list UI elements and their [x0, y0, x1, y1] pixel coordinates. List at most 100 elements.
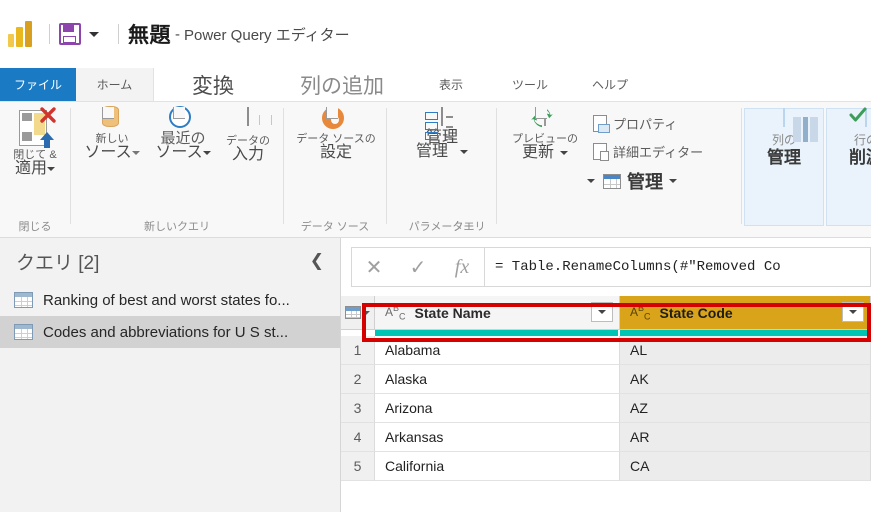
- chevron-down-icon[interactable]: [669, 179, 677, 183]
- reduce-rows-button[interactable]: 行の 削減: [826, 107, 871, 226]
- divider: [741, 108, 742, 224]
- chevron-left-icon[interactable]: ❮: [310, 251, 324, 271]
- title-bar: 無題 - Power Query エディター: [0, 0, 871, 68]
- recent-source-button[interactable]: 最近の ソース: [149, 106, 217, 161]
- properties-label: プロパティ: [613, 117, 678, 132]
- column-header-state-code[interactable]: ABC State Code: [620, 296, 871, 330]
- tab-help[interactable]: ヘルプ: [570, 68, 650, 101]
- chevron-down-icon[interactable]: [47, 166, 55, 171]
- table-icon: [14, 292, 33, 308]
- column-header-state-name[interactable]: ABC State Name: [375, 296, 620, 330]
- table-row[interactable]: 2 Alaska AK: [341, 365, 871, 394]
- query-list-item-0[interactable]: Ranking of best and worst states fo...: [0, 284, 340, 316]
- chevron-down-icon[interactable]: [202, 150, 211, 155]
- tab-add-column[interactable]: 列の追加: [272, 68, 412, 101]
- ribbon-tab-strip: ファイル ホーム 変換 列の追加 表示 ツール ヘルプ: [0, 68, 871, 102]
- column-filter-dropdown[interactable]: [842, 302, 864, 322]
- cell-state-code[interactable]: AR: [620, 423, 871, 452]
- cell-state-name[interactable]: Arizona: [375, 394, 620, 423]
- refresh-glyph-icon: [531, 106, 553, 128]
- enter-data-button[interactable]: データの 入力: [219, 107, 277, 163]
- power-query-editor-window: 無題 - Power Query エディター ファイル ホーム 変換 列の追加 …: [0, 0, 871, 512]
- column-header-label: State Name: [414, 304, 491, 321]
- close-and-apply-icon: [15, 107, 56, 148]
- new-source-icon: [102, 106, 119, 127]
- cell-state-name[interactable]: California: [375, 452, 620, 481]
- grid-rows: 1 Alabama AL 2 Alaska AK 3 Arizona AZ 4 Arkansas AR…: [341, 336, 871, 481]
- manage-columns-button[interactable]: 列の 管理: [744, 108, 824, 226]
- ribbon: 閉じて & 適用 閉じる 新しい ソース 最近の ソース データの 入力 新しい…: [0, 102, 871, 238]
- new-source-button[interactable]: 新しい ソース: [79, 106, 145, 161]
- row-number: 4: [341, 423, 375, 452]
- recent-source-icon: [169, 106, 191, 128]
- table-row[interactable]: 4 Arkansas AR: [341, 423, 871, 452]
- grid-corner-selector[interactable]: [341, 296, 375, 330]
- chevron-down-icon[interactable]: [131, 150, 140, 155]
- chevron-down-icon[interactable]: [362, 310, 370, 315]
- main-panel: ✕ ✓ fx = Table.RenameColumns(#"Removed C…: [341, 238, 871, 512]
- tab-home[interactable]: ホーム: [76, 68, 154, 101]
- manage-columns-line2: 管理: [767, 148, 801, 167]
- queries-title: クエリ [2]: [16, 252, 100, 274]
- refresh-preview-line2: 更新: [507, 145, 583, 161]
- ribbon-group-query: プレビューの 更新 プロパティ 詳細エディター 管理 クエリ: [453, 102, 741, 238]
- column-filter-dropdown[interactable]: [591, 302, 613, 322]
- group-label-new-query: 新しいクエリ: [144, 221, 210, 233]
- query-list-item-label: Ranking of best and worst states fo...: [43, 291, 290, 309]
- table-row[interactable]: 1 Alabama AL: [341, 336, 871, 365]
- cell-state-code[interactable]: CA: [620, 452, 871, 481]
- cell-state-name[interactable]: Alaska: [375, 365, 620, 394]
- table-icon: [14, 324, 33, 340]
- fx-icon[interactable]: fx: [440, 256, 484, 279]
- ribbon-group-close: 閉じて & 適用 閉じる: [0, 102, 70, 238]
- refresh-preview-button[interactable]: プレビューの 更新: [507, 106, 583, 161]
- queries-header: クエリ [2] ❮: [0, 238, 340, 284]
- manage-query-button[interactable]: 管理: [587, 168, 677, 194]
- accept-formula-button[interactable]: ✓: [396, 255, 440, 280]
- tab-transform[interactable]: 変換: [154, 68, 272, 101]
- properties-button[interactable]: プロパティ: [593, 114, 677, 133]
- manage-query-label: 管理: [627, 172, 663, 192]
- document-title: 無題: [128, 24, 171, 47]
- advanced-editor-icon: [593, 143, 609, 161]
- recent-source-line2: ソース: [149, 145, 217, 161]
- cell-state-code[interactable]: AK: [620, 365, 871, 394]
- formula-input[interactable]: = Table.RenameColumns(#"Removed Co: [485, 247, 871, 287]
- tab-view[interactable]: 表示: [412, 68, 490, 101]
- dss-line2: 設定: [319, 144, 352, 161]
- cell-state-name[interactable]: Arkansas: [375, 423, 620, 452]
- chevron-down-icon: [849, 310, 857, 314]
- data-source-settings-icon: [322, 107, 344, 129]
- manage-parameters-icon: [425, 107, 453, 140]
- query-list-item-label: Codes and abbreviations for U S st...: [43, 323, 289, 341]
- chevron-down-icon[interactable]: [587, 179, 595, 183]
- group-label-close: 閉じる: [18, 221, 52, 233]
- text-type-icon: ABC: [630, 303, 651, 322]
- reduce-rows-line2: 削減: [849, 148, 871, 167]
- cell-state-code[interactable]: AL: [620, 336, 871, 365]
- table-selector-icon: [345, 306, 361, 319]
- cell-state-code[interactable]: AZ: [620, 394, 871, 423]
- cancel-formula-button[interactable]: ✕: [352, 255, 396, 280]
- advanced-editor-button[interactable]: 詳細エディター: [593, 142, 703, 161]
- chevron-down-icon[interactable]: [460, 149, 468, 154]
- tab-file[interactable]: ファイル: [0, 68, 76, 101]
- data-source-settings-button[interactable]: データ ソースの 設定: [294, 107, 378, 161]
- chevron-down-icon[interactable]: [560, 150, 568, 155]
- column-header-label: State Code: [659, 304, 733, 321]
- chevron-down-icon[interactable]: [89, 31, 99, 37]
- query-list-item-1[interactable]: Codes and abbreviations for U S st...: [0, 316, 340, 348]
- manage-parameters-button[interactable]: 管理 管理: [403, 107, 481, 160]
- table-row[interactable]: 5 California CA: [341, 452, 871, 481]
- reduce-rows-line1: 行の: [853, 133, 871, 147]
- row-number: 3: [341, 394, 375, 423]
- save-icon[interactable]: [59, 23, 81, 45]
- row-number: 2: [341, 365, 375, 394]
- enter-data-line2: 入力: [231, 146, 264, 163]
- cell-state-name[interactable]: Alabama: [375, 336, 620, 365]
- divider: [118, 24, 119, 44]
- tab-tools[interactable]: ツール: [490, 68, 570, 101]
- divider: [49, 24, 50, 44]
- close-and-apply-button[interactable]: 閉じて & 適用: [4, 107, 66, 177]
- table-row[interactable]: 3 Arizona AZ: [341, 394, 871, 423]
